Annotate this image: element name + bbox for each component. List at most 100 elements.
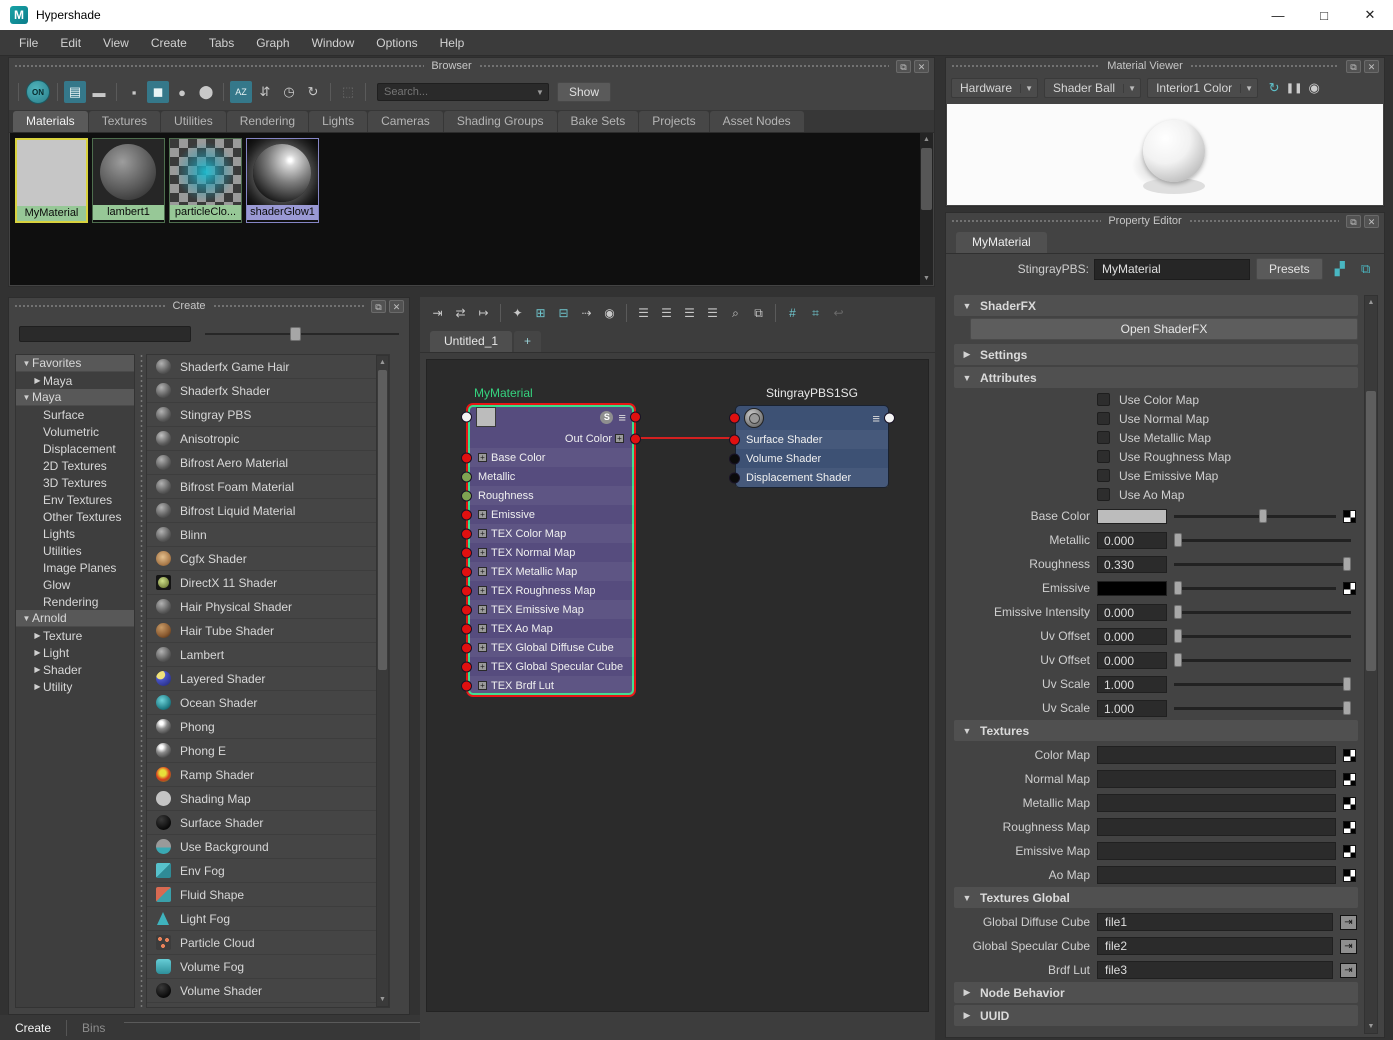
tab-materials[interactable]: Materials <box>13 111 88 132</box>
tree-item-2d-textures[interactable]: 2D Textures <box>16 457 134 474</box>
float-panel-icon[interactable]: ⧉ <box>371 300 386 313</box>
node-graph-canvas[interactable]: MyMaterial StingrayPBS1SG S ≡ Out Color … <box>426 359 929 1012</box>
view-as-list-icon[interactable]: ▬ <box>88 81 110 103</box>
open-shaderfx-button[interactable]: Open ShaderFX <box>970 318 1358 340</box>
menu-item-tabs[interactable]: Tabs <box>198 32 245 54</box>
section-node-behavior[interactable]: ▶Node Behavior <box>954 982 1358 1003</box>
node-row-volume-shader[interactable]: Volume Shader <box>736 449 888 468</box>
tree-item-light[interactable]: ▶Light <box>16 644 134 661</box>
create-item-fluid-shape[interactable]: Fluid Shape <box>147 883 389 907</box>
slider-handle[interactable] <box>290 327 301 341</box>
material-node[interactable]: S ≡ Out Color + +Base ColorMetallicRough… <box>468 405 634 695</box>
create-item-shaderfx-shader[interactable]: Shaderfx Shader <box>147 379 389 403</box>
search-nodes-icon[interactable]: ⌕ <box>725 303 746 324</box>
sort-by-time-icon[interactable]: ◷ <box>278 81 300 103</box>
attr-slider[interactable] <box>1174 629 1351 643</box>
texture-map-icon[interactable] <box>1343 845 1356 858</box>
tree-header-arnold[interactable]: ▼Arnold <box>16 610 134 627</box>
checkbox-use-roughness-map[interactable] <box>1097 450 1110 463</box>
node-row-tex-global-diffuse-cube[interactable]: +TEX Global Diffuse Cube <box>468 638 634 657</box>
scrollbar-thumb[interactable] <box>378 370 387 670</box>
node-display-mode-icon[interactable]: ≡ <box>618 411 626 424</box>
create-item-hair-physical-shader[interactable]: Hair Physical Shader <box>147 595 389 619</box>
expand-port-icon[interactable]: + <box>478 453 487 462</box>
scroll-up-icon[interactable]: ▲ <box>1365 296 1377 309</box>
node-input-port[interactable] <box>729 413 740 424</box>
add-selected-icon[interactable]: ✦ <box>507 303 528 324</box>
lookdev-view-icon[interactable]: ▞ <box>1331 260 1349 278</box>
attr-slider[interactable] <box>1174 701 1351 715</box>
tree-item-surface[interactable]: Surface <box>16 406 134 423</box>
red-port[interactable] <box>461 528 472 539</box>
tree-item-texture[interactable]: ▶Texture <box>16 627 134 644</box>
tree-item-other-textures[interactable]: Other Textures <box>16 508 134 525</box>
swatch-size-small-icon[interactable]: ▪ <box>123 81 145 103</box>
slider-handle[interactable] <box>1174 533 1182 547</box>
section-shaderfx[interactable]: ▼ShaderFX <box>954 295 1358 316</box>
tree-item-volumetric[interactable]: Volumetric <box>16 423 134 440</box>
bottom-tab-create[interactable]: Create <box>0 1017 66 1039</box>
create-item-volume-shader[interactable]: Volume Shader <box>147 979 389 1003</box>
input-output-connections-icon[interactable]: ⇄ <box>450 303 471 324</box>
float-panel-icon[interactable]: ⧉ <box>896 60 911 73</box>
close-panel-icon[interactable]: ✕ <box>914 60 929 73</box>
texture-map-icon[interactable] <box>1343 869 1356 882</box>
panel-drag-dots[interactable] <box>14 304 165 308</box>
slider-handle[interactable] <box>1174 653 1182 667</box>
create-item-anisotropic[interactable]: Anisotropic <box>147 427 389 451</box>
expand-port-icon[interactable]: + <box>478 529 487 538</box>
create-item-shading-map[interactable]: Shading Map <box>147 787 389 811</box>
create-item-bifrost-liquid-material[interactable]: Bifrost Liquid Material <box>147 499 389 523</box>
create-item-hair-tube-shader[interactable]: Hair Tube Shader <box>147 619 389 643</box>
node-row-tex-normal-map[interactable]: +TEX Normal Map <box>468 543 634 562</box>
node-output-port[interactable] <box>884 413 895 424</box>
global-texture-field[interactable]: file1 <box>1097 913 1333 931</box>
swatch-size-medium-icon[interactable]: ◼ <box>147 81 169 103</box>
create-item-ramp-shader[interactable]: Ramp Shader <box>147 763 389 787</box>
tab-asset-nodes[interactable]: Asset Nodes <box>710 111 804 132</box>
layout-simple-icon[interactable]: ☰ <box>633 303 654 324</box>
node-row-base-color[interactable]: +Base Color <box>468 448 634 467</box>
tree-item-3d-textures[interactable]: 3D Textures <box>16 474 134 491</box>
menu-item-create[interactable]: Create <box>140 32 198 54</box>
menu-item-file[interactable]: File <box>8 32 49 54</box>
connection-editor-icon[interactable]: ⇥ <box>1340 915 1357 930</box>
node-row-out-color[interactable]: Out Color + <box>468 429 634 448</box>
value-field[interactable]: 0.330 <box>1097 556 1167 573</box>
shading-group-node-header[interactable]: ≡ <box>736 406 888 430</box>
tab-utilities[interactable]: Utilities <box>161 111 226 132</box>
black-port[interactable] <box>729 453 740 464</box>
bottom-tab-bins[interactable]: Bins <box>67 1017 120 1039</box>
tree-collapsed-icon[interactable]: ▶ <box>32 665 43 674</box>
create-item-phong[interactable]: Phong <box>147 715 389 739</box>
node-row-emissive[interactable]: +Emissive <box>468 505 634 524</box>
expand-port-icon[interactable]: + <box>478 510 487 519</box>
maximize-button[interactable]: □ <box>1301 0 1347 30</box>
expand-port-icon[interactable]: + <box>478 586 487 595</box>
chevron-down-icon[interactable]: ▼ <box>954 301 980 311</box>
checkbox-use-emissive-map[interactable] <box>1097 469 1110 482</box>
create-item-cgfx-shader[interactable]: Cgfx Shader <box>147 547 389 571</box>
green-port[interactable] <box>461 490 472 501</box>
node-row-metallic[interactable]: Metallic <box>468 467 634 486</box>
tree-item-lights[interactable]: Lights <box>16 525 134 542</box>
attr-slider[interactable] <box>1174 581 1336 595</box>
material-node-header[interactable]: S ≡ <box>468 405 634 429</box>
menu-item-edit[interactable]: Edit <box>49 32 92 54</box>
texture-path-field[interactable] <box>1097 818 1336 836</box>
remove-from-graph-icon[interactable]: ⊟ <box>553 303 574 324</box>
create-item-light-fog[interactable]: Light Fog <box>147 907 389 931</box>
pin-node-icon[interactable]: ◉ <box>599 303 620 324</box>
scrollbar-thumb[interactable] <box>1366 391 1376 671</box>
global-texture-field[interactable]: file3 <box>1097 961 1333 979</box>
menu-item-window[interactable]: Window <box>301 32 366 54</box>
red-port[interactable] <box>461 661 472 672</box>
connection-wire[interactable] <box>634 437 737 439</box>
sort-by-type-icon[interactable]: ⇵ <box>254 81 276 103</box>
connection-editor-icon[interactable]: ⇥ <box>1340 939 1357 954</box>
create-item-lambert[interactable]: Lambert <box>147 643 389 667</box>
out-color-port[interactable] <box>630 433 641 444</box>
tree-expanded-icon[interactable]: ▼ <box>21 614 32 623</box>
tree-item-utilities[interactable]: Utilities <box>16 542 134 559</box>
section-attributes[interactable]: ▼Attributes <box>954 367 1358 388</box>
